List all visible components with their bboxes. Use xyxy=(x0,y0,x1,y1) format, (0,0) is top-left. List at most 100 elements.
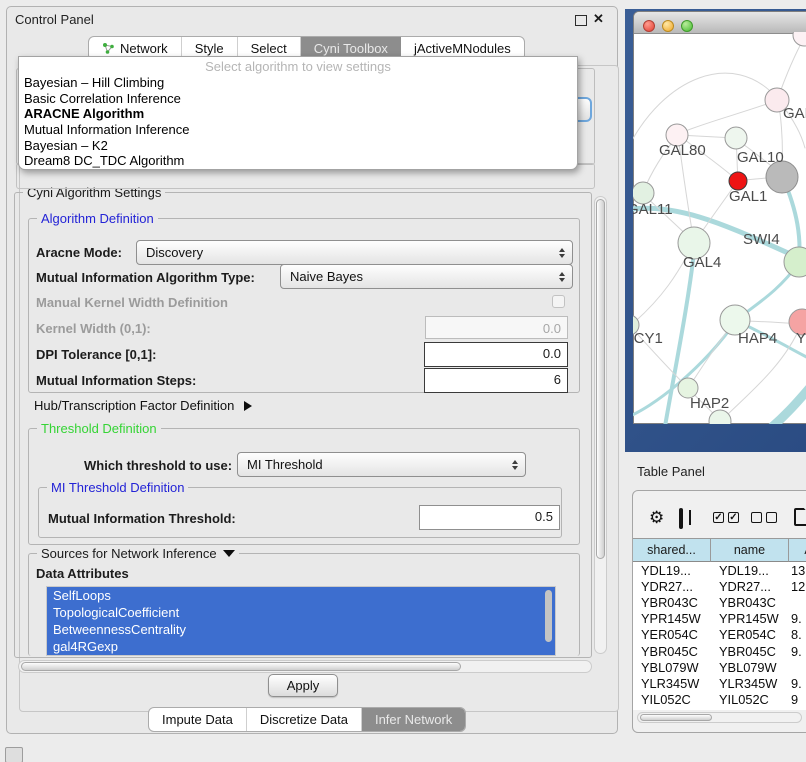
mi-steps-label: Mutual Information Steps: xyxy=(36,373,196,388)
mi-threshold-field[interactable]: 0.5 xyxy=(419,505,560,530)
manual-kernel-checkbox[interactable] xyxy=(552,295,565,308)
node-top-partial[interactable] xyxy=(793,32,806,46)
table-column-header[interactable]: name xyxy=(711,538,789,562)
close-panel-icon[interactable]: ✕ xyxy=(593,11,604,27)
table-row[interactable]: YDR27...YDR27...12 xyxy=(633,578,806,594)
table-row[interactable]: YBR043CYBR043C xyxy=(633,594,806,610)
mi-type-combobox[interactable]: Naive Bayes xyxy=(280,264,573,289)
table-cell: YER054C xyxy=(711,627,789,642)
checkbox-unchecked-icon[interactable] xyxy=(751,512,762,523)
dropdown-item[interactable]: Bayesian – Hill Climbing xyxy=(19,75,577,91)
table-cell: YLR345W xyxy=(633,676,711,691)
minimize-traffic-light[interactable] xyxy=(662,20,674,32)
apply-button[interactable]: Apply xyxy=(268,674,338,697)
table-row[interactable]: YBR045CYBR045C9. xyxy=(633,643,806,659)
mi-threshold-title: MI Threshold Definition xyxy=(47,480,188,495)
hub-definition-expander[interactable]: Hub/Transcription Factor Definition xyxy=(34,398,252,413)
aracne-mode-combobox[interactable]: Discovery xyxy=(136,240,573,265)
data-attributes-label: Data Attributes xyxy=(36,566,129,581)
tab-label: Infer Network xyxy=(375,712,452,727)
close-traffic-light[interactable] xyxy=(643,20,655,32)
threshold-definition-title: Threshold Definition xyxy=(37,421,161,436)
table-cell: 9. xyxy=(789,644,806,659)
table-row[interactable]: YLR345WYLR345W9. xyxy=(633,675,806,691)
collapsed-panel-icon[interactable] xyxy=(5,747,23,762)
source-attribute-item[interactable]: SelfLoops xyxy=(47,587,555,604)
node-label: GAL1 xyxy=(729,188,767,205)
table-row[interactable]: YDL19...YDL19...13 xyxy=(633,562,806,578)
table-cell: YBL079W xyxy=(711,660,789,675)
table-settings-gear-icon[interactable]: ⚙ xyxy=(649,509,664,526)
table-row[interactable]: YBL079WYBL079W xyxy=(633,659,806,675)
tab-impute-data[interactable]: Impute Data xyxy=(149,708,247,731)
tab-label: Network xyxy=(120,41,168,56)
stepper-arrows-icon xyxy=(559,272,565,282)
zoom-traffic-light[interactable] xyxy=(681,20,693,32)
checkbox-unchecked-icon[interactable] xyxy=(766,512,777,523)
table-horizontal-scrollbar[interactable] xyxy=(637,712,802,723)
dropdown-item[interactable]: Mutual Information Inference xyxy=(19,122,577,138)
settings-horizontal-scrollbar[interactable] xyxy=(18,660,592,673)
dropdown-item[interactable]: Basic Correlation Inference xyxy=(19,91,577,107)
split-panel-icon[interactable] xyxy=(679,508,683,529)
sources-expander[interactable]: Sources for Network Inference xyxy=(37,546,239,561)
control-panel-title: Control Panel xyxy=(15,12,94,27)
settings-vertical-scrollbar[interactable] xyxy=(594,196,607,654)
dropdown-item[interactable]: Dream8 DC_TDC Algorithm xyxy=(19,153,577,169)
table-cell: 9. xyxy=(789,676,806,691)
table-row[interactable]: YIL052CYIL052C9 xyxy=(633,692,806,708)
table-column-header[interactable]: shared... xyxy=(633,538,711,562)
tab-infer-network[interactable]: Infer Network xyxy=(362,708,465,731)
data-attributes-items: SelfLoopsTopologicalCoefficientBetweenne… xyxy=(47,587,555,655)
checkbox-checked-icon[interactable]: ✓ xyxy=(728,512,739,523)
source-attribute-item[interactable]: TopologicalCoefficient xyxy=(47,604,555,621)
table-cell: YIL052C xyxy=(633,692,711,707)
settings-vertical-scrollbar-thumb[interactable] xyxy=(596,199,605,559)
which-threshold-value: MI Threshold xyxy=(247,457,323,472)
table-cell: YBR045C xyxy=(711,644,789,659)
data-attributes-list: SelfLoopsTopologicalCoefficientBetweenne… xyxy=(46,586,556,656)
float-panel-icon[interactable] xyxy=(575,15,587,26)
new-table-icon[interactable] xyxy=(794,508,806,526)
kernel-width-field[interactable]: 0.0 xyxy=(425,316,568,339)
mi-threshold-label: Mutual Information Threshold: xyxy=(48,511,236,526)
node-label: GAL xyxy=(783,105,806,122)
table-column-header[interactable]: A xyxy=(789,538,806,562)
stepper-arrows-icon xyxy=(559,248,565,258)
node-label: HAP4 xyxy=(738,330,777,347)
dpi-tolerance-label: DPI Tolerance [0,1]: xyxy=(36,347,156,362)
table-row[interactable]: YPR145WYPR145W9. xyxy=(633,611,806,627)
expander-right-icon xyxy=(244,401,252,411)
network-window-titlebar[interactable] xyxy=(634,12,806,34)
tab-label: Cyni Toolbox xyxy=(314,41,388,56)
settings-horizontal-scrollbar-thumb[interactable] xyxy=(21,662,461,671)
which-threshold-combobox[interactable]: MI Threshold xyxy=(237,452,526,477)
dropdown-item[interactable]: Bayesian – K2 xyxy=(19,138,577,154)
list-scrollbar-thumb[interactable] xyxy=(545,590,552,642)
which-threshold-label: Which threshold to use: xyxy=(84,458,232,473)
table-horizontal-scrollbar-thumb[interactable] xyxy=(640,714,712,721)
node-label: HAP2 xyxy=(690,395,729,412)
table-cell: YBR043C xyxy=(711,595,789,610)
source-attribute-item[interactable]: gal4RGexp xyxy=(47,638,555,655)
tab-discretize-data[interactable]: Discretize Data xyxy=(247,708,362,731)
node-label: Y xyxy=(796,330,806,347)
network-icon xyxy=(102,42,115,55)
node-label: GCY1 xyxy=(633,330,663,347)
node-label: GAL4 xyxy=(683,254,721,271)
table-cell: YER054C xyxy=(633,627,711,642)
dropdown-item[interactable]: ARACNE Algorithm xyxy=(19,106,577,122)
table-cell: 9 xyxy=(789,692,806,707)
node-label: GAL10 xyxy=(737,149,784,166)
table-cell: YPR145W xyxy=(633,611,711,626)
checkbox-checked-icon[interactable]: ✓ xyxy=(713,512,724,523)
node-gal10[interactable] xyxy=(725,127,747,149)
source-attribute-item[interactable]: BetweennessCentrality xyxy=(47,621,555,638)
mi-steps-field[interactable]: 6 xyxy=(424,368,568,393)
network-canvas[interactable]: GALGAL80GAL10GAL1GAL11GAL4SWI4GCY1HAP4YH… xyxy=(633,32,806,424)
algorithm-definition-title: Algorithm Definition xyxy=(37,211,158,226)
mi-type-value: Naive Bayes xyxy=(290,269,363,284)
table-row[interactable]: YER054CYER054C8. xyxy=(633,627,806,643)
dpi-tolerance-field[interactable]: 0.0 xyxy=(424,342,568,367)
tab-label: Discretize Data xyxy=(260,712,348,727)
